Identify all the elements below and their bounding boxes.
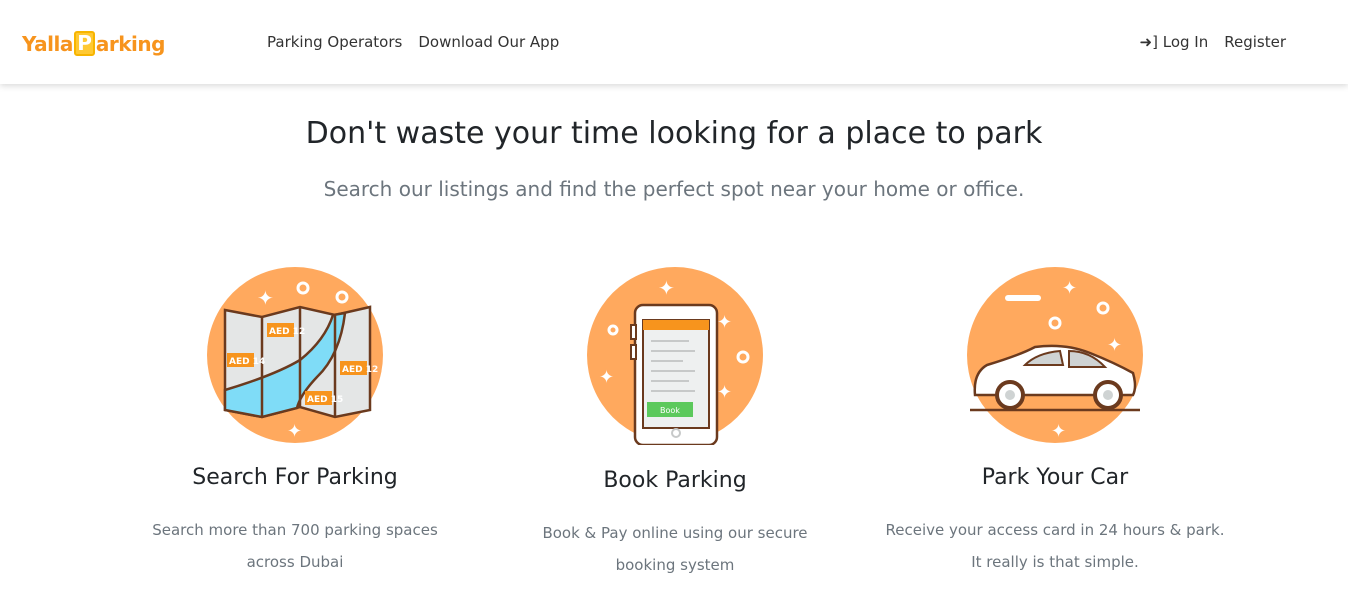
car-illustration-icon: ✦ ✦ ✦ xyxy=(967,267,1143,443)
price-tag: AED 12 xyxy=(269,327,305,337)
nav-parking-operators[interactable]: Parking Operators xyxy=(267,33,402,51)
price-tag: AED 12 xyxy=(342,365,378,375)
feature-description: Receive your access card in 24 hours & p… xyxy=(885,521,1225,571)
feature-title: Park Your Car xyxy=(981,465,1129,490)
feature-search: AED 12 AED 14 AED 12 AED 15 ✦ ✦ Search Fo… xyxy=(115,265,475,578)
hero-title: Don't waste your time looking for a plac… xyxy=(305,116,1043,151)
sign-in-icon: ➜] xyxy=(1139,33,1158,51)
feature-description: Search more than 700 parking spaces acros… xyxy=(152,521,438,571)
nav-download-app[interactable]: Download Our App xyxy=(418,33,559,51)
feature-description: Book & Pay online using our secure bookin… xyxy=(542,524,808,574)
price-tag: AED 15 xyxy=(307,395,343,405)
phone-illustration-icon: Book ✦ ✦ ✦ ✦ xyxy=(587,267,763,445)
price-tag: AED 14 xyxy=(229,357,265,367)
book-button-mockup: Book xyxy=(660,406,680,415)
login-label: Log In xyxy=(1162,33,1209,51)
svg-text:✦: ✦ xyxy=(658,276,675,300)
map-illustration-icon: AED 12 AED 14 AED 12 AED 15 ✦ ✦ xyxy=(207,267,383,443)
svg-text:✦: ✦ xyxy=(287,421,302,442)
svg-text:✦: ✦ xyxy=(717,312,732,333)
logo-text: arking xyxy=(95,31,166,56)
logo-p-mark: P xyxy=(73,31,95,56)
logo-text: Yalla xyxy=(22,31,73,56)
svg-text:✦: ✦ xyxy=(1051,421,1066,442)
logo[interactable]: Yalla Parking xyxy=(22,31,165,56)
hero-subtitle: Search our listings and find the perfect… xyxy=(323,177,1025,201)
svg-text:✦: ✦ xyxy=(257,286,274,310)
navbar: Yalla Parking Parking Operators Download … xyxy=(0,0,1348,84)
svg-text:✦: ✦ xyxy=(599,367,614,388)
feature-book: Book ✦ ✦ ✦ ✦ Book Parking Book & Pay online… xyxy=(495,265,855,581)
feature-park: ✦ ✦ ✦ Park Your Car Receive your access ca… xyxy=(875,265,1235,578)
feature-title: Book Parking xyxy=(603,468,747,493)
feature-title: Search For Parking xyxy=(192,465,398,490)
svg-text:✦: ✦ xyxy=(717,382,732,403)
svg-text:✦: ✦ xyxy=(1062,278,1077,299)
register-link[interactable]: Register xyxy=(1224,33,1286,51)
login-link[interactable]: ➜] Log In xyxy=(1140,33,1209,51)
svg-text:✦: ✦ xyxy=(1107,335,1122,356)
